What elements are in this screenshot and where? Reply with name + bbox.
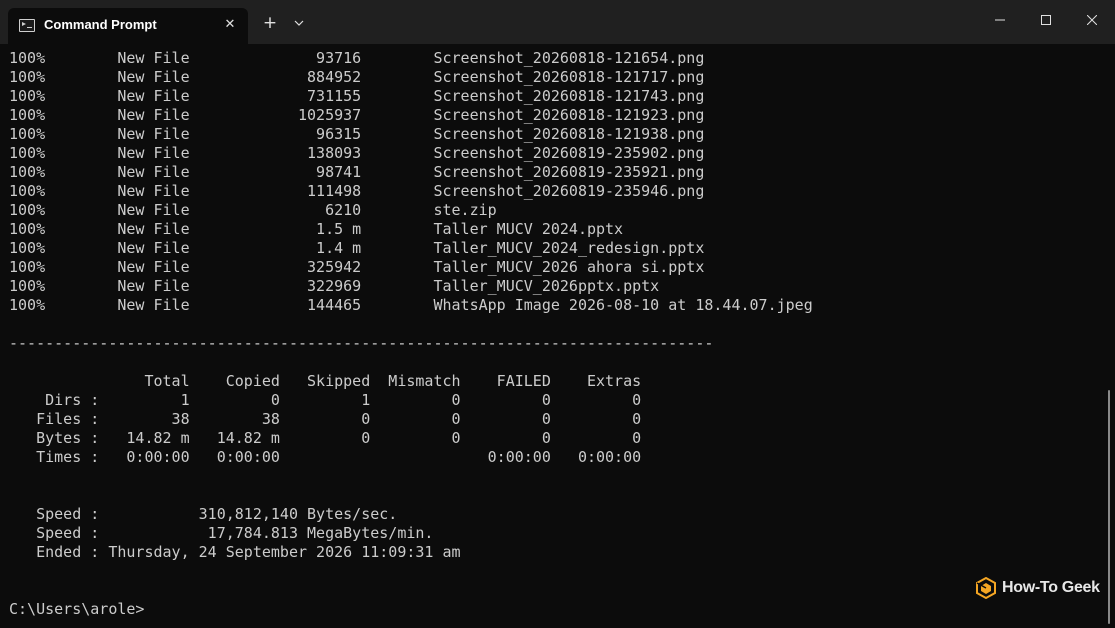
maximize-icon <box>1041 15 1051 25</box>
terminal-line: Bytes : 14.82 m 14.82 m 0 0 0 0 <box>9 429 642 447</box>
minimize-button[interactable] <box>977 0 1023 40</box>
terminal-line: 100% New File 884952 Screenshot_20260818… <box>9 68 705 86</box>
terminal-line: 100% New File 325942 Taller_MUCV_2026 ah… <box>9 258 705 276</box>
title-bar: Command Prompt ✕ + <box>0 0 1115 44</box>
terminal-line: 100% New File 96315 Screenshot_20260818-… <box>9 125 705 143</box>
watermark-text: How-To Geek <box>1002 579 1100 596</box>
terminal-line: Times : 0:00:00 0:00:00 0:00:00 0:00:00 <box>9 448 642 466</box>
terminal-line: Total Copied Skipped Mismatch FAILED Ext… <box>9 372 642 390</box>
terminal-line: 100% New File 138093 Screenshot_20260819… <box>9 144 705 162</box>
tab-title: Command Prompt <box>44 17 157 32</box>
tab-close-button[interactable]: ✕ <box>219 14 241 36</box>
terminal-line: Speed : 310,812,140 Bytes/sec. <box>9 505 398 523</box>
minimize-icon <box>995 19 1005 21</box>
terminal-line: ----------------------------------------… <box>9 334 714 352</box>
terminal-output[interactable]: 100% New File 93716 Screenshot_20260818-… <box>9 49 1099 624</box>
terminal-line: Dirs : 1 0 1 0 0 0 <box>9 391 642 409</box>
tab-command-prompt[interactable]: Command Prompt ✕ <box>8 8 248 44</box>
command-prompt-window: Command Prompt ✕ + 100% New File 93716 S… <box>0 0 1115 628</box>
command-prompt-line: C:\Users\arole> <box>9 600 145 618</box>
maximize-button[interactable] <box>1023 0 1069 40</box>
terminal-line: 100% New File 93716 Screenshot_20260818-… <box>9 49 705 67</box>
terminal-line: Files : 38 38 0 0 0 0 <box>9 410 642 428</box>
terminal-line: 100% New File 322969 Taller_MUCV_2026ppt… <box>9 277 660 295</box>
close-icon <box>1087 15 1097 25</box>
terminal-line: Ended : Thursday, 24 September 2026 11:0… <box>9 543 461 561</box>
terminal-line: 100% New File 98741 Screenshot_20260819-… <box>9 163 705 181</box>
terminal-line: 100% New File 144465 WhatsApp Image 2026… <box>9 296 813 314</box>
terminal-line: 100% New File 1.4 m Taller_MUCV_2024_red… <box>9 239 705 257</box>
terminal-line: 100% New File 1025937 Screenshot_2026081… <box>9 106 705 124</box>
window-close-button[interactable] <box>1069 0 1115 40</box>
tab-dropdown-button[interactable] <box>290 14 308 32</box>
chevron-down-icon <box>294 20 304 26</box>
terminal-icon <box>19 19 35 32</box>
new-tab-button[interactable]: + <box>259 12 281 34</box>
terminal-line: Speed : 17,784.813 MegaBytes/min. <box>9 524 434 542</box>
how-to-geek-logo-icon <box>976 577 996 599</box>
scrollbar-thumb[interactable] <box>1108 390 1110 624</box>
terminal-line: 100% New File 6210 ste.zip <box>9 201 497 219</box>
terminal-line: 100% New File 1.5 m Taller MUCV 2024.ppt… <box>9 220 624 238</box>
terminal-line: 100% New File 111498 Screenshot_20260819… <box>9 182 705 200</box>
terminal-line: 100% New File 731155 Screenshot_20260818… <box>9 87 705 105</box>
